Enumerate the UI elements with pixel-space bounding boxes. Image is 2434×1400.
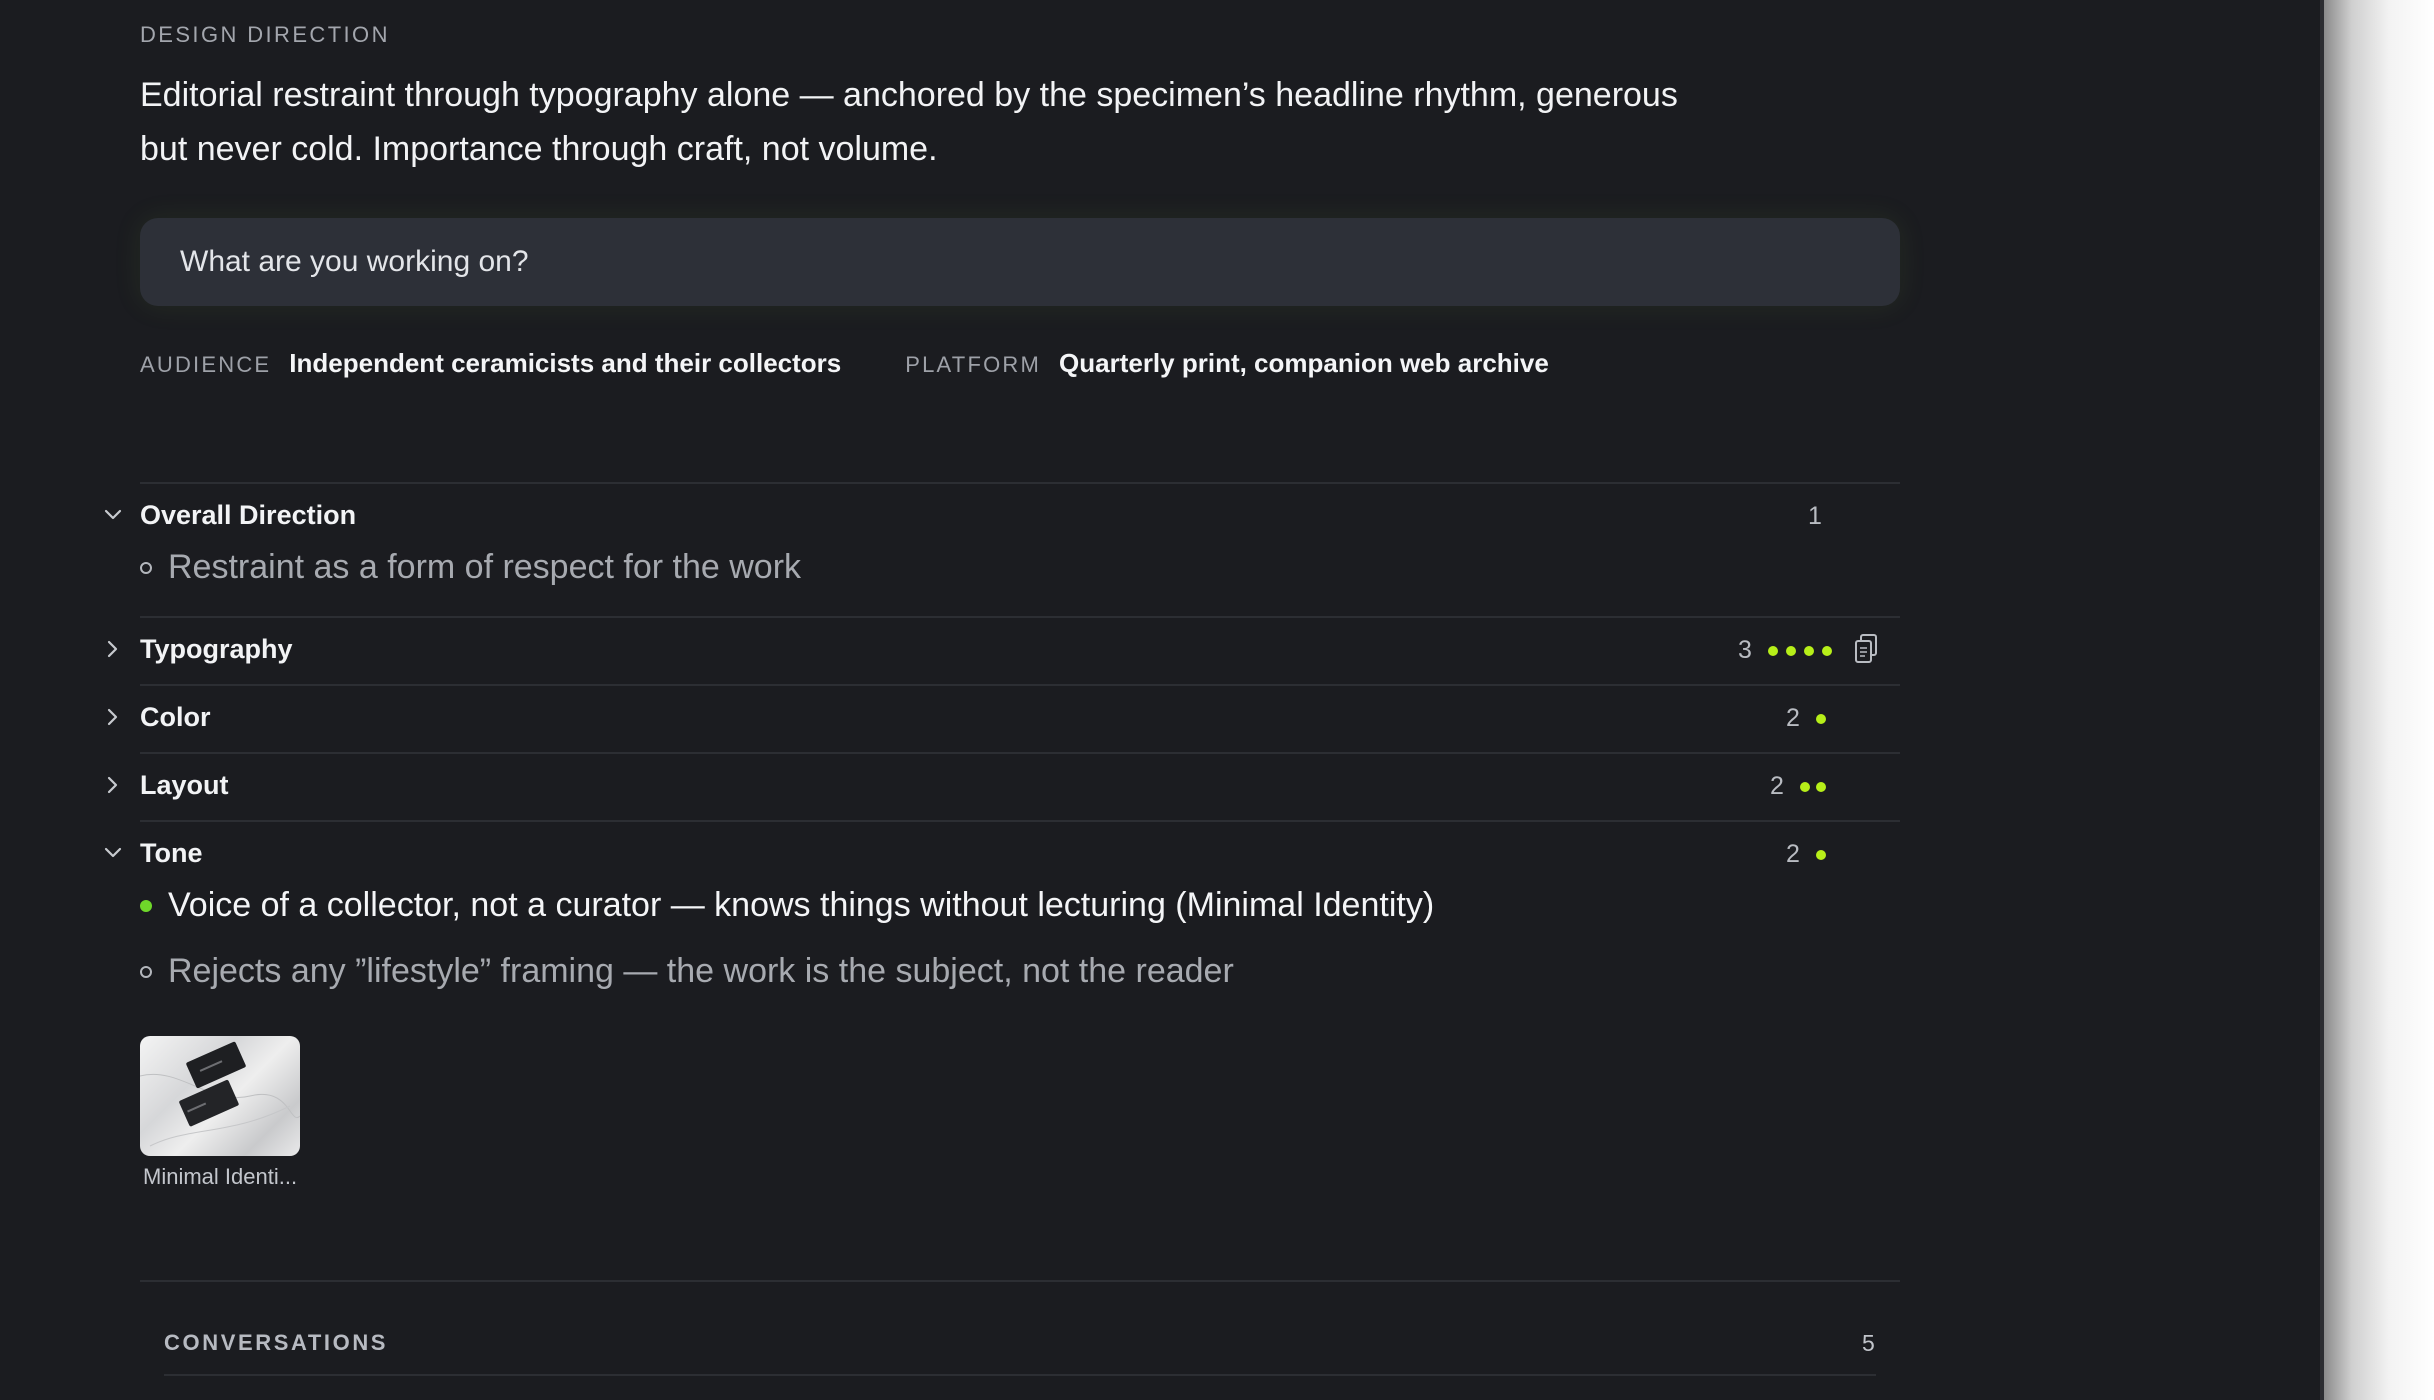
meta-row: AUDIENCE Independent ceramicists and the… (140, 348, 1613, 379)
copy-icon[interactable] (1852, 632, 1882, 666)
section-count: 3 (1738, 636, 1752, 664)
business-cards-image (140, 1041, 300, 1147)
section-title: Typography (140, 634, 293, 664)
section-title: Tone (140, 838, 203, 868)
divider (140, 684, 1900, 686)
design-direction-headline: Editorial restraint through typography a… (140, 68, 1700, 176)
rating-dot (1768, 646, 1778, 656)
divider (164, 1374, 1876, 1376)
chevron-right-icon[interactable] (98, 702, 128, 732)
divider (140, 616, 1900, 618)
headline-line-2: but never cold. Importance through craft… (140, 130, 938, 168)
conversations-count: 5 (1862, 1330, 1875, 1356)
rating-dot (1816, 850, 1826, 860)
chevron-right-icon[interactable] (98, 634, 128, 664)
section-count: 2 (1786, 840, 1800, 868)
prompt-input[interactable] (180, 245, 1900, 279)
conversations-label: CONVERSATIONS (164, 1330, 389, 1355)
section-color[interactable]: Color 2 (107, 698, 1900, 738)
item-text: Rejects any ”lifestyle” framing — the wo… (168, 952, 1234, 990)
section-layout[interactable]: Layout 2 (107, 766, 1900, 806)
side-shade (2324, 0, 2434, 1400)
divider (140, 1280, 1900, 1282)
headline-line-1: Editorial restraint through typography a… (140, 76, 1678, 114)
reference-thumbnail-label: Minimal Identi... (143, 1164, 298, 1189)
selected-bullet-icon (140, 900, 152, 912)
section-count: 2 (1786, 704, 1800, 732)
section-title: Overall Direction (140, 500, 357, 530)
reference-thumbnail[interactable] (140, 1036, 300, 1156)
divider (140, 820, 1900, 822)
item-text: Restraint as a form of respect for the w… (168, 548, 802, 586)
unselected-bullet-icon (140, 562, 152, 574)
rating-dot (1816, 714, 1826, 724)
chevron-down-icon[interactable] (98, 838, 128, 868)
rating-dot (1786, 646, 1796, 656)
section-overall-direction[interactable]: Overall Direction 1 (104, 496, 1900, 536)
divider (140, 752, 1900, 754)
item-text: Voice of a collector, not a curator — kn… (168, 886, 1435, 924)
rating-dot (1800, 782, 1810, 792)
rating-dot (1822, 646, 1832, 656)
section-count: 1 (1808, 502, 1822, 530)
chevron-down-icon[interactable] (98, 500, 128, 530)
design-direction-eyebrow: DESIGN DIRECTION (140, 22, 390, 47)
section-title: Color (140, 702, 211, 732)
rating-dot (1816, 782, 1826, 792)
direction-panel: DESIGN DIRECTION Editorial restraint thr… (0, 0, 2322, 1400)
platform-value: Quarterly print, companion web archive (1059, 348, 1549, 378)
section-tone[interactable]: Tone 2 (104, 834, 1900, 874)
prompt-box[interactable] (140, 218, 1900, 306)
section-typography[interactable]: Typography 3 (107, 630, 1900, 670)
divider (140, 482, 1900, 484)
audience-value: Independent ceramicists and their collec… (289, 348, 842, 378)
section-title: Layout (140, 770, 229, 800)
section-count: 2 (1770, 772, 1784, 800)
platform-label: PLATFORM (905, 352, 1042, 377)
chevron-right-icon[interactable] (98, 770, 128, 800)
unselected-bullet-icon (140, 966, 152, 978)
rating-dot (1804, 646, 1814, 656)
audience-label: AUDIENCE (140, 352, 272, 377)
